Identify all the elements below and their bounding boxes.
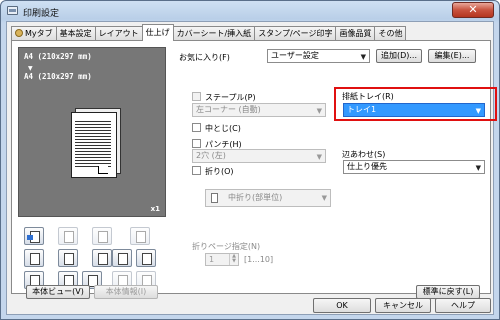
document-icon[interactable] [112,249,132,267]
ok-button[interactable]: OK [313,298,371,313]
fold-value: 中折り(部単位) [228,193,283,202]
favorites-value: ユーザー設定 [271,51,319,60]
tab-bar: Myタブ 基本設定 レイアウト 仕上げ カバーシート/挿入紙 スタンプ/ページ印… [11,24,407,41]
chevron-down-icon: ▼ [316,107,322,115]
paper-lines [75,119,111,167]
rotate-icon[interactable] [130,227,150,245]
output-tray-value: トレイ1 [347,105,377,114]
tab-stamp[interactable]: スタンプ/ページ印字 [254,26,337,41]
booklet-icon[interactable] [136,249,156,267]
fold-checkbox[interactable] [192,166,201,175]
fold-icon [211,193,218,203]
output-tray-label: 排紙トレイ(R) [342,92,394,101]
my-tab-icon [15,29,23,37]
tab-cover-insert[interactable]: カバーシート/挿入紙 [172,26,256,41]
cancel-button[interactable]: キャンセル [375,298,431,313]
center-staple-checkbox[interactable] [192,123,201,132]
body-view-button[interactable]: 本体ビュー(V) [26,285,90,299]
output-paper-size: A4 (210x297 mm) [24,72,92,81]
punch-value: 2穴 (左) [196,151,226,160]
close-button[interactable]: ✕ [452,2,494,18]
add-favorite-button[interactable]: 追加(D)... [376,49,422,63]
print-preview: A4 (210x297 mm) ▼ A4 (210x297 mm) x1 [18,47,166,217]
printer-icon [7,6,18,15]
print-settings-window: 印刷設定 ✕ Myタブ 基本設定 レイアウト 仕上げ カバーシート/挿入紙 スタ… [0,0,500,320]
favorites-label: お気に入り(F) [179,53,230,62]
staple-mark-icon [98,166,108,174]
title-bar: 印刷設定 ✕ [1,1,499,21]
copy-icon[interactable] [92,227,112,245]
fold-pages-label: 折りページ指定(N) [192,242,261,251]
output-tray-icon[interactable] [24,227,44,245]
chevron-down-icon: ▼ [475,164,481,172]
staple-dropdown[interactable]: 左コーナー (自動) ▼ [192,103,326,117]
duplex-icon[interactable] [24,249,44,267]
machine-option-icons [18,221,166,295]
body-info-button[interactable]: 本体情報(I) [94,285,158,299]
binding-value: 仕上り優先 [347,162,387,171]
pages-icon[interactable] [58,249,78,267]
chevron-down-icon: ▼ [316,153,322,161]
fold-pages-spinner[interactable]: 1 ▲ ▼ [205,253,239,266]
edit-favorite-button[interactable]: 編集(E)... [428,49,476,63]
copy-count: x1 [150,205,160,213]
staple-icon[interactable] [58,227,78,245]
fold-pages-value: 1 [209,255,215,264]
tab-basic[interactable]: 基本設定 [55,26,96,41]
dialog-body: Myタブ 基本設定 レイアウト 仕上げ カバーシート/挿入紙 スタンプ/ページ印… [6,21,497,315]
punch-dropdown[interactable]: 2穴 (左) ▼ [192,149,326,163]
tab-my-tab[interactable]: Myタブ [11,26,57,41]
output-tray-dropdown[interactable]: トレイ1 ▼ [343,103,485,117]
staple-value: 左コーナー (自動) [196,105,261,114]
window-title: 印刷設定 [23,9,60,19]
favorites-dropdown[interactable]: ユーザー設定 ▼ [267,49,370,63]
tab-image-quality[interactable]: 画像品質 [335,26,376,41]
fold-pages-range: [1...10] [244,255,274,264]
tab-other[interactable]: その他 [374,26,407,41]
reset-defaults-button[interactable]: 標準に戻す(L) [416,285,480,299]
tab-layout[interactable]: レイアウト [94,26,143,41]
staple-checkbox[interactable] [192,92,201,101]
tab-finishing[interactable]: 仕上げ [141,24,174,41]
center-staple-label: 中とじ(C) [205,124,241,133]
fold-label: 折り(O) [205,167,234,176]
chevron-down-icon: ▼ [475,107,481,115]
staple-label: ステープル(P) [205,93,256,102]
punch-checkbox[interactable] [192,139,201,148]
tab-label: Myタブ [25,29,53,38]
finishing-panel: A4 (210x297 mm) ▼ A4 (210x297 mm) x1 お気に… [11,40,497,299]
down-arrow-icon: ▼ [28,65,33,72]
spinner-arrows-icon[interactable]: ▲ ▼ [229,254,238,265]
chevron-down-icon: ▼ [321,194,327,202]
chevron-down-icon: ▼ [360,53,366,61]
paper-image [71,112,117,178]
text-icon[interactable] [92,249,112,267]
binding-label: 辺あわせ(S) [342,150,386,159]
fold-dropdown[interactable]: 中折り(部単位) ▼ [205,189,331,207]
binding-dropdown[interactable]: 仕上り優先 ▼ [343,160,485,174]
original-paper-size: A4 (210x297 mm) [24,52,92,61]
help-button[interactable]: ヘルプ [435,298,491,313]
